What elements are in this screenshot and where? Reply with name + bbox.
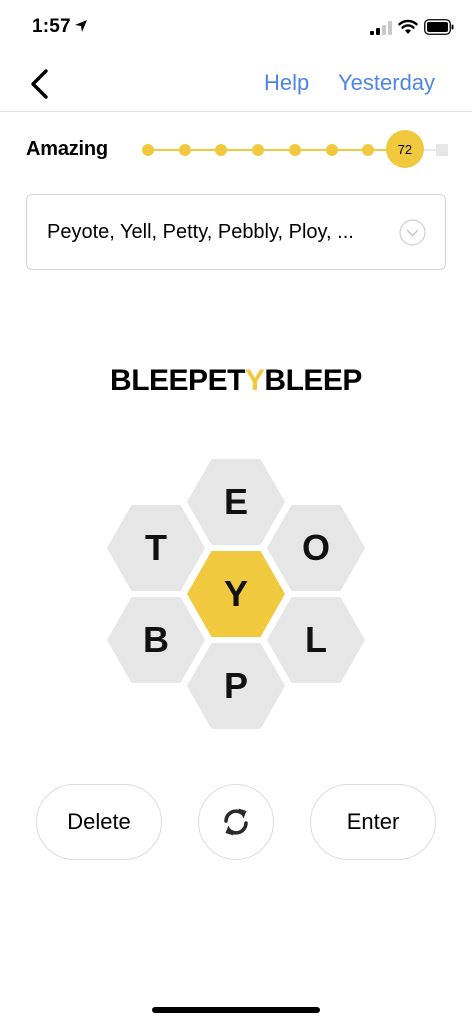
words-found-dropdown[interactable]: Peyote, Yell, Petty, Pebbly, Ploy, ... [26, 194, 446, 270]
rank-label: Amazing [26, 138, 108, 160]
hive-cell-center[interactable]: Y [187, 551, 285, 637]
progress-dot [288, 144, 301, 156]
status-bar: 1:57 [0, 0, 472, 56]
shuffle-button[interactable] [198, 784, 274, 860]
words-found-text: Peyote, Yell, Petty, Pebbly, Ploy, ... [47, 221, 354, 243]
shuffle-icon [224, 808, 248, 836]
enter-button[interactable]: Enter [310, 784, 436, 860]
progress-end-marker [436, 144, 448, 156]
delete-button[interactable]: Delete [36, 784, 162, 860]
status-time: 1:57 [32, 16, 71, 37]
progress-dot [215, 144, 228, 156]
yesterday-link[interactable]: Yesterday [338, 70, 435, 96]
progress-dot [362, 144, 375, 156]
puzzle-title: BLEEPETYBLEEP [0, 364, 472, 398]
title-prefix: BLEEPET [110, 364, 245, 397]
title-center-letter: Y [244, 364, 265, 397]
hive-letter: P [223, 665, 248, 706]
progress-dot [178, 144, 191, 156]
progress-dot [142, 144, 154, 156]
hive-letter: E [223, 481, 248, 522]
progress-bar: Amazing 72 [0, 122, 472, 178]
home-indicator [152, 1007, 320, 1013]
wifi-icon [398, 19, 418, 34]
hive-letter: Y [223, 573, 248, 614]
progress-dot [252, 144, 265, 156]
nav-bar: Help Yesterday [0, 56, 472, 112]
hive-cell-upper-right[interactable]: O [267, 505, 365, 591]
letter-hive: E T O Y B L P [0, 455, 472, 735]
hive-cell-bottom[interactable]: P [187, 643, 285, 729]
hive-letter: B [143, 619, 169, 660]
hive-cell-lower-right[interactable]: L [267, 597, 365, 683]
cellular-signal-icon [370, 21, 392, 35]
title-suffix: BLEEP [264, 364, 362, 397]
help-link[interactable]: Help [264, 70, 309, 96]
chevron-down-circle-icon [399, 219, 426, 246]
progress-dot [325, 144, 338, 156]
hive-cell-top[interactable]: E [187, 459, 285, 545]
hive-cell-upper-left[interactable]: T [107, 505, 205, 591]
battery-icon [424, 19, 454, 35]
location-arrow-icon [75, 20, 87, 32]
hive-cell-lower-left[interactable]: B [107, 597, 205, 683]
chevron-left-icon [31, 69, 48, 99]
hive-letter: O [301, 527, 330, 568]
back-button[interactable] [22, 64, 62, 104]
hive-letter: L [305, 619, 327, 660]
score-badge: 72 [385, 130, 424, 168]
hive-letter: T [145, 527, 167, 568]
